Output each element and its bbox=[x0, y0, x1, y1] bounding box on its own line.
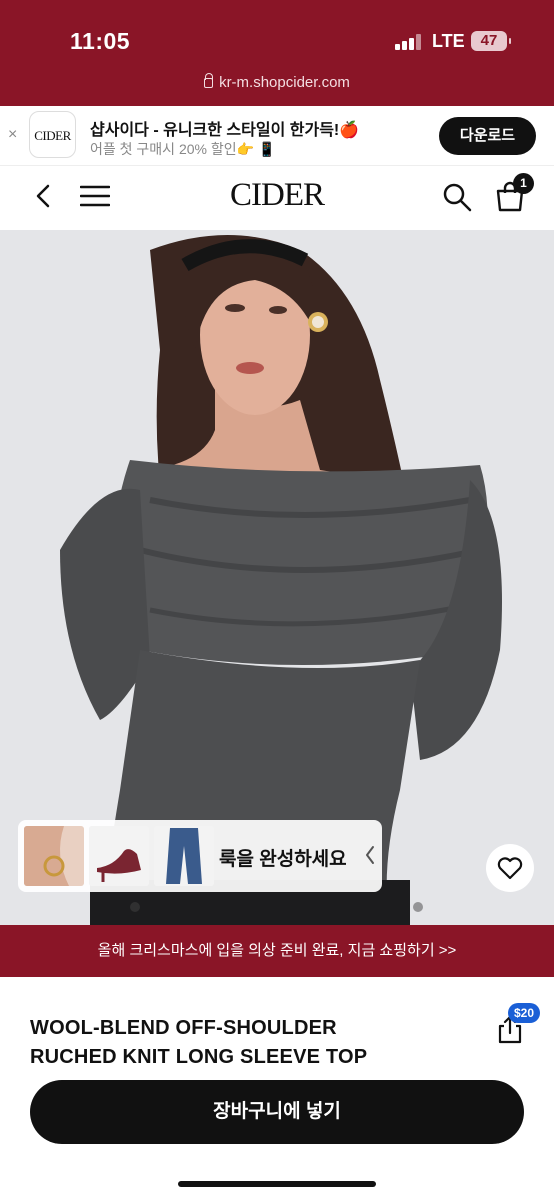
app-install-banner: × CIDER 샵사이다 - 유니크한 스타일이 한가득!🍎 어플 첫 구매시 … bbox=[0, 106, 554, 166]
banner-title: 샵사이다 - 유니크한 스타일이 한가득!🍎 bbox=[90, 122, 360, 139]
app-icon: CIDER bbox=[29, 111, 76, 158]
product-title-line2: RUCHED KNIT LONG SLEEVE TOP bbox=[30, 1046, 368, 1068]
carousel-dot[interactable] bbox=[130, 902, 140, 912]
home-indicator bbox=[178, 1181, 376, 1187]
earrings-image bbox=[24, 826, 84, 886]
product-title: WOOL-BLEND OFF-SHOULDER RUCHED KNIT LONG… bbox=[30, 1014, 470, 1072]
wishlist-button[interactable] bbox=[486, 844, 534, 892]
url-text: kr-m.shopcider.com bbox=[219, 74, 350, 91]
jeans-thumbnail[interactable] bbox=[154, 826, 214, 886]
top-nav: CIDER bbox=[0, 166, 554, 228]
carousel-dot[interactable] bbox=[413, 902, 423, 912]
earrings-thumbnail[interactable] bbox=[24, 826, 84, 886]
chevron-left-icon[interactable] bbox=[364, 844, 376, 866]
url-bar[interactable]: kr-m.shopcider.com bbox=[0, 73, 554, 91]
product-title-line1: WOOL-BLEND OFF-SHOULDER bbox=[30, 1017, 337, 1039]
lock-icon bbox=[204, 73, 214, 88]
cart-count-badge: 1 bbox=[513, 173, 534, 194]
download-button[interactable]: 다운로드 bbox=[439, 117, 536, 155]
heels-image bbox=[89, 826, 149, 886]
status-bar: 11:05 LTE 47 kr-m.shopcider.com bbox=[0, 0, 554, 106]
share-reward-badge: $20 bbox=[508, 1003, 541, 1023]
search-icon[interactable] bbox=[442, 182, 472, 212]
add-to-cart-button[interactable]: 장바구니에 넣기 bbox=[30, 1080, 524, 1144]
jeans-image bbox=[154, 826, 214, 886]
close-banner-button[interactable]: × bbox=[8, 126, 17, 144]
heels-thumbnail[interactable] bbox=[89, 826, 149, 886]
battery-icon: 47 bbox=[471, 31, 511, 51]
banner-subtitle: 어플 첫 구매시 20% 할인👉 📱 bbox=[90, 141, 276, 157]
signal-icon bbox=[395, 34, 423, 50]
complete-the-look-card[interactable]: 룩을 완성하세요 bbox=[18, 820, 382, 892]
status-time: 11:05 bbox=[70, 28, 131, 54]
network-label: LTE bbox=[432, 31, 465, 51]
complete-look-label: 룩을 완성하세요 bbox=[219, 849, 347, 870]
heart-icon bbox=[497, 857, 523, 880]
promo-banner[interactable]: 올해 크리스마스에 입을 의상 준비 완료, 지금 쇼핑하기 >> bbox=[0, 925, 554, 977]
carousel-indicator bbox=[130, 902, 430, 914]
